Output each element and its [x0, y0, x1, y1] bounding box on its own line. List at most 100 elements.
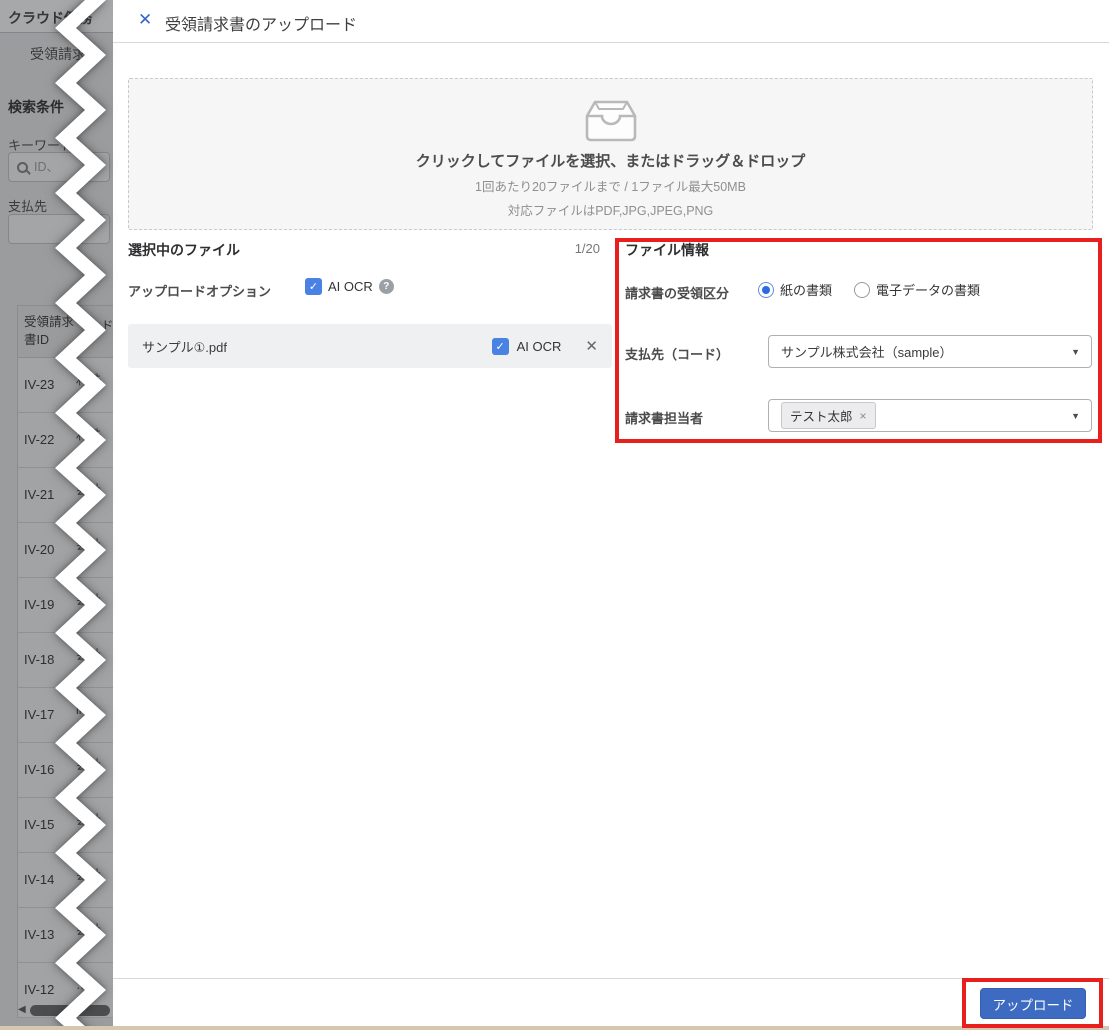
row-col2-fragment: 利株 — [76, 373, 102, 387]
row-invoice-id: IV-18 — [24, 652, 55, 667]
modal-header: ✕ 受領請求書のアップロード — [113, 0, 1109, 43]
table-header: 受領請求書ID ド — [18, 305, 114, 358]
table-row: IV-20 会社 — [18, 523, 113, 578]
search-icon — [17, 161, 28, 173]
payee-field — [8, 214, 110, 244]
tab-received-invoices: 受領請求 — [30, 46, 86, 62]
payee-select-value: サンプル株式会社（sample） — [781, 345, 953, 360]
row-invoice-id: IV-12 — [24, 982, 55, 997]
radio-option-paper[interactable]: 紙の書類 — [758, 280, 832, 299]
file-dropzone[interactable]: クリックしてファイルを選択、またはドラッグ＆ドロップ 1回あたり20ファイルまで… — [128, 78, 1093, 230]
background-topbar: クラウド債務 — [0, 0, 113, 33]
row-col2-fragment: 利株 — [76, 428, 102, 442]
table-row: IV-16 会社 — [18, 743, 113, 798]
upload-modal: ✕ 受領請求書のアップロード クリックしてファイルを選択、またはドラッグ＆ドロッ… — [113, 0, 1109, 1030]
ai-ocr-checkbox[interactable]: ✓ — [305, 278, 322, 295]
keyword-search-field — [8, 152, 110, 182]
file-name: サンプル①.pdf — [142, 339, 227, 355]
row-col2-fragment: … — [76, 978, 89, 992]
background-page: クラウド債務 受領請求 検索条件 キーワード 支払先 受領請求書ID ド IV-… — [0, 0, 114, 1030]
file-item-controls: ✓ AI OCR ✕ — [491, 337, 598, 355]
ai-ocr-label: AI OCR — [328, 279, 373, 294]
receipt-type-label: 請求書の受領区分 — [625, 286, 730, 301]
radio-paper-label: 紙の書類 — [780, 283, 833, 298]
table-row: IV-14 会社 — [18, 853, 113, 908]
row-col2-fragment: 会社 — [76, 758, 102, 772]
row-invoice-id: IV-22 — [24, 432, 55, 447]
table-row: IV-23 利株 — [18, 358, 113, 413]
radio-unselected-icon[interactable] — [854, 281, 871, 298]
chevron-down-icon: ▼ — [1071, 410, 1080, 421]
dropzone-formats-text: 対応ファイルはPDF,JPG,JPEG,PNG — [507, 204, 714, 218]
row-invoice-id: IV-19 — [24, 597, 55, 612]
help-icon[interactable]: ? — [378, 279, 394, 294]
dropzone-limit-text: 1回あたり20ファイルまで / 1ファイル最大50MB — [475, 180, 746, 194]
row-col2-fragment: 会社 — [76, 923, 102, 937]
table-row: IV-18 会社 — [18, 633, 113, 688]
table-row: IV-15 会社 — [18, 798, 113, 853]
radio-selected-icon[interactable] — [758, 281, 774, 298]
row-col2-fragment: ikis. 者 — [76, 703, 98, 734]
table-row: IV-21 会社 — [18, 468, 113, 523]
upload-options-label: アップロードオプション — [128, 284, 272, 299]
inbox-icon — [585, 100, 636, 142]
assignee-tag-text: テスト太郎 — [790, 410, 853, 424]
receipt-type-radio-group: 紙の書類 電子データの書類 — [758, 280, 980, 299]
row-col2-fragment: 会社 — [76, 593, 102, 607]
chevron-down-icon: ▼ — [1071, 346, 1080, 357]
dropzone-main-text: クリックしてファイルを選択、またはドラッグ＆ドロップ — [415, 153, 806, 170]
table-row: IV-19 会社 — [18, 578, 113, 633]
close-icon[interactable]: ✕ — [138, 10, 152, 30]
row-col2-fragment: 会社 — [76, 483, 102, 497]
row-invoice-id: IV-15 — [24, 817, 55, 832]
assignee-select[interactable]: テスト太郎 × ▼ — [768, 399, 1092, 432]
app-brand: クラウド債務 — [8, 10, 92, 26]
scroll-left-icon: ◀ — [18, 1004, 26, 1015]
screen: クラウド債務 受領請求 検索条件 キーワード 支払先 受領請求書ID ド IV-… — [0, 0, 1109, 1030]
footer-divider — [113, 978, 1109, 979]
question-glyph: ? — [383, 281, 390, 292]
row-invoice-id: IV-16 — [24, 762, 55, 777]
check-icon: ✓ — [495, 340, 505, 353]
row-invoice-id: IV-21 — [24, 487, 55, 502]
radio-option-digital[interactable]: 電子データの書類 — [854, 280, 980, 299]
file-count: 1/20 — [574, 241, 600, 256]
row-invoice-id: IV-17 — [24, 707, 55, 722]
bg-table-rows: IV-23 利株 IV-22 利株 IV-21 会社 IV-20 会社 IV-19 会社 IV-18… — [18, 358, 113, 1018]
table-row: IV-17 ikis. 者 — [18, 688, 113, 743]
file-ai-ocr-checkbox[interactable]: ✓ — [491, 337, 509, 355]
assignee-label: 請求書担当者 — [625, 411, 704, 426]
row-invoice-id: IV-20 — [24, 542, 55, 557]
column-header-code-fragment: ド — [101, 319, 114, 333]
tag-remove-icon[interactable]: × — [860, 409, 867, 423]
column-header-invoice-id: 受領請求書ID — [24, 315, 75, 348]
row-col2-fragment: 会社 — [76, 648, 102, 662]
radio-digital-label: 電子データの書類 — [876, 283, 981, 298]
payee-label: 支払先 — [8, 199, 48, 214]
row-invoice-id: IV-13 — [24, 927, 55, 942]
file-info-heading: ファイル情報 — [625, 242, 709, 258]
row-col2-fragment: 会社 — [76, 538, 102, 552]
row-invoice-id: IV-14 — [24, 872, 55, 887]
ai-ocr-option: ✓ AI OCR ? — [305, 278, 394, 295]
selected-files-heading: 選択中のファイル — [128, 242, 240, 258]
file-ai-ocr-label: AI OCR — [516, 338, 562, 354]
table-row: IV-22 利株 — [18, 413, 113, 468]
row-col2-fragment: 会社 — [76, 868, 102, 882]
horizontal-scrollbar — [30, 1005, 110, 1016]
table-row: IV-13 会社 — [18, 908, 113, 963]
payee-code-label: 支払先（コード） — [625, 347, 730, 362]
search-conditions-heading: 検索条件 — [8, 99, 64, 115]
check-icon: ✓ — [308, 281, 319, 293]
invoice-table: 受領請求書ID ド IV-23 利株 IV-22 利株 IV-21 会社 IV-20 会社 IV… — [17, 305, 114, 1018]
payee-select[interactable]: サンプル株式会社（sample） ▼ — [768, 335, 1092, 368]
row-col2-fragment: 会社 — [76, 813, 102, 827]
remove-file-icon[interactable]: ✕ — [585, 337, 598, 355]
bottom-edge-strip — [0, 1026, 1109, 1030]
assignee-tag: テスト太郎 × — [781, 402, 876, 429]
row-invoice-id: IV-23 — [24, 377, 55, 392]
upload-button[interactable]: アップロード — [980, 988, 1086, 1019]
keyword-search-input — [34, 160, 92, 174]
file-list-item: サンプル①.pdf ✓ AI OCR ✕ — [128, 324, 612, 368]
modal-title: 受領請求書のアップロード — [165, 17, 358, 34]
